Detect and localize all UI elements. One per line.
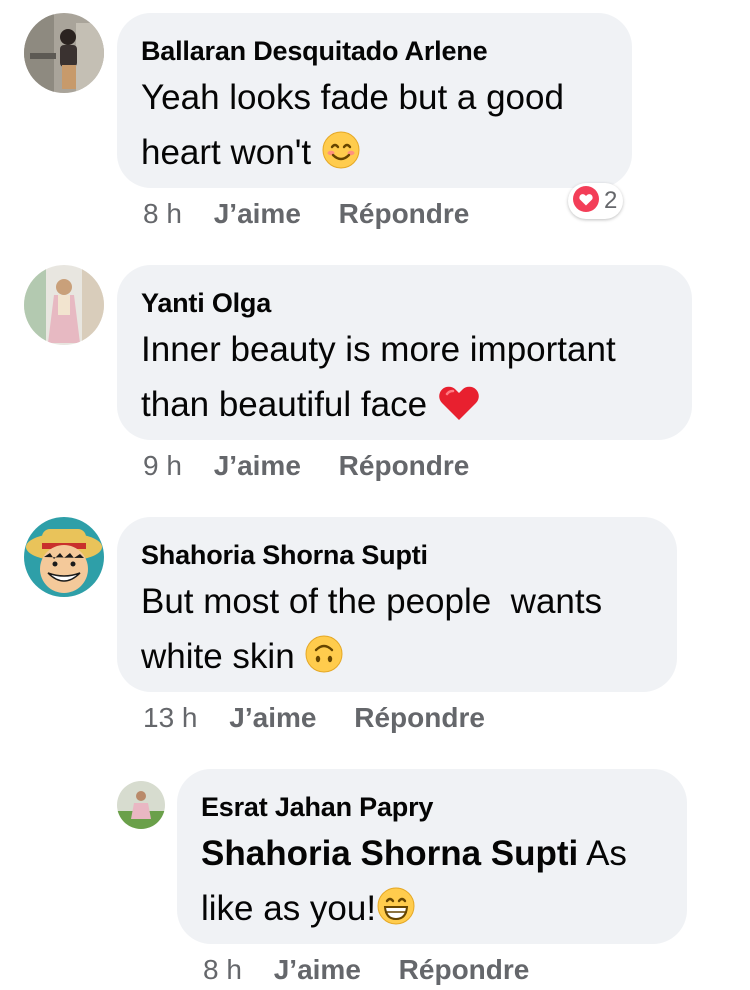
timestamp[interactable]: 13 h <box>143 702 198 733</box>
reaction-count: 2 <box>604 187 618 214</box>
comment-author[interactable]: Yanti Olga <box>141 288 271 319</box>
timestamp[interactable]: 8 h <box>143 198 182 229</box>
avatar[interactable] <box>24 265 104 345</box>
comment-text-line: But most of the people wants <box>141 582 603 621</box>
comment-text-line: white skin <box>141 629 602 690</box>
comment-author[interactable]: Ballaran Desquitado Arlene <box>141 36 488 67</box>
mention-link[interactable]: Shahoria Shorna Supti <box>201 834 578 873</box>
comment-author[interactable]: Esrat Jahan Papry <box>201 792 433 823</box>
like-button[interactable]: J’aime <box>214 198 301 229</box>
comment-text: Shahoria Shorna Supti As like as you! <box>201 826 627 942</box>
avatar[interactable] <box>117 781 165 829</box>
comment-text-line: Inner beauty is more important <box>141 330 616 369</box>
comment-text-segment: like as you! <box>201 889 377 928</box>
comment-meta: 13 h J’aime Répondre <box>143 702 485 734</box>
comment-meta: 8 h J’aime Répondre <box>203 954 529 986</box>
love-reaction-icon <box>572 185 600 218</box>
avatar[interactable] <box>24 517 104 597</box>
comment-text-line: heart won't <box>141 125 564 186</box>
smiling-face-icon <box>321 130 361 186</box>
timestamp[interactable]: 9 h <box>143 450 182 481</box>
like-button[interactable]: J’aime <box>274 954 361 985</box>
reply-button[interactable]: Répondre <box>339 450 470 481</box>
comment-text-line: Yeah looks fade but a good <box>141 78 564 117</box>
reply-button[interactable]: Répondre <box>399 954 530 985</box>
like-button[interactable]: J’aime <box>229 702 316 733</box>
reaction-summary[interactable]: 2 <box>568 183 624 219</box>
timestamp[interactable]: 8 h <box>203 954 242 985</box>
comment-text: Inner beauty is more important than beau… <box>141 322 616 438</box>
red-heart-icon <box>437 382 481 438</box>
comment-text-line: like as you! <box>201 881 627 942</box>
comment-text-line: than beautiful face <box>141 377 616 438</box>
comment-meta: 8 h J’aime Répondre <box>143 198 469 230</box>
comment-text-segment: heart won't <box>141 133 312 172</box>
grinning-face-icon <box>376 886 416 942</box>
comment-meta: 9 h J’aime Répondre <box>143 450 469 482</box>
reply-button[interactable]: Répondre <box>354 702 485 733</box>
reply-button[interactable]: Répondre <box>339 198 470 229</box>
comment-author[interactable]: Shahoria Shorna Supti <box>141 540 428 571</box>
comment-text-segment: white skin <box>141 637 295 676</box>
comment-text: Yeah looks fade but a good heart won't <box>141 70 564 186</box>
comment-text: But most of the people wants white skin <box>141 574 602 690</box>
comment-text-segment: As <box>586 834 627 873</box>
upside-down-face-icon <box>304 634 344 690</box>
comment-text-line: Shahoria Shorna Supti As <box>201 826 627 881</box>
avatar[interactable] <box>24 13 104 93</box>
like-button[interactable]: J’aime <box>214 450 301 481</box>
comment-text-segment: than beautiful face <box>141 385 428 424</box>
